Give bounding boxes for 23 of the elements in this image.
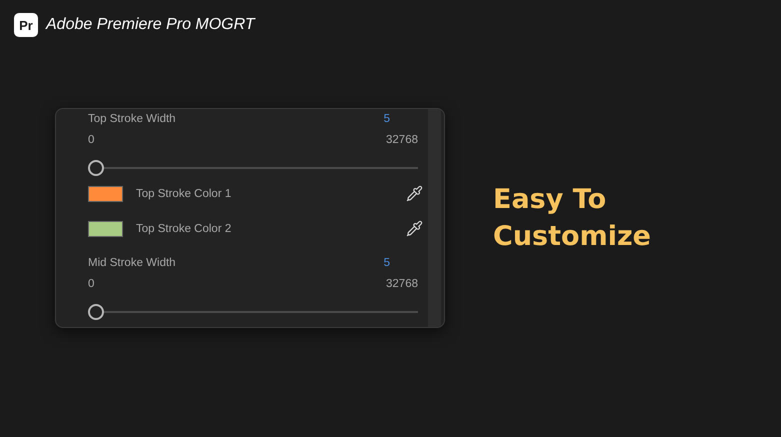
color-swatch[interactable] [88, 186, 123, 202]
property-label: Top Stroke Width [88, 113, 176, 125]
color-swatch[interactable] [88, 220, 123, 236]
color-label: Top Stroke Color 2 [136, 222, 232, 234]
slider-track[interactable] [88, 160, 418, 176]
min-value: 0 [88, 134, 94, 146]
property-value[interactable]: 5 [384, 113, 390, 125]
eyedropper-icon[interactable] [406, 220, 423, 237]
color-label: Top Stroke Color 1 [136, 188, 232, 200]
max-value: 32768 [386, 278, 418, 290]
headline-text: Easy To [493, 183, 608, 217]
scrollbar[interactable] [428, 109, 441, 327]
header-title: Adobe Premiere Pro MOGRT [46, 16, 255, 34]
headline-text: Customize [493, 220, 651, 254]
min-value: 0 [88, 278, 94, 290]
app-logo: Pr [14, 13, 38, 37]
eyedropper-icon[interactable] [406, 185, 423, 202]
slider-track[interactable] [88, 304, 418, 320]
slider-thumb[interactable] [88, 160, 104, 176]
slider-thumb[interactable] [88, 304, 104, 320]
property-value[interactable]: 5 [384, 257, 390, 269]
property-label: Mid Stroke Width [88, 257, 176, 269]
max-value: 32768 [386, 134, 418, 146]
